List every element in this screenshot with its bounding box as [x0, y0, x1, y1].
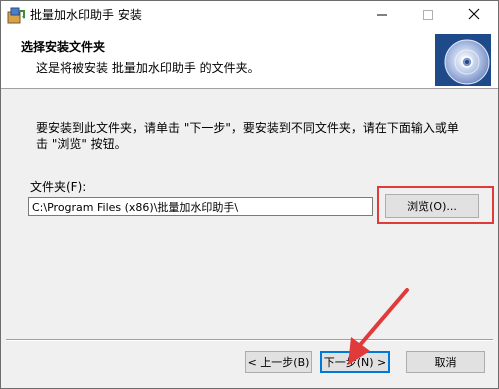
window-title: 批量加水印助手 安装: [30, 8, 142, 22]
page-subtitle: 这是将被安装 批量加水印助手 的文件夹。: [36, 61, 260, 75]
folder-label: 文件夹(F):: [30, 180, 87, 194]
folder-path-input[interactable]: [28, 197, 373, 216]
minimize-icon: [377, 9, 387, 23]
maximize-button: [405, 1, 451, 30]
close-icon: [468, 8, 480, 23]
header-banner: 选择安装文件夹 这是将被安装 批量加水印助手 的文件夹。: [1, 30, 498, 89]
instruction-line-1: 要安装到此文件夹，请单击 "下一步"，要安装到不同文件夹，请在下面输入或单: [36, 121, 459, 135]
back-button[interactable]: < 上一步(B): [245, 351, 312, 373]
instruction-text: 要安装到此文件夹，请单击 "下一步"，要安装到不同文件夹，请在下面输入或单 击 …: [36, 120, 476, 152]
next-button[interactable]: 下一步(N) >: [320, 351, 390, 373]
minimize-button[interactable]: [359, 1, 405, 30]
page-title: 选择安装文件夹: [21, 40, 106, 54]
title-bar[interactable]: 批量加水印助手 安装: [1, 1, 498, 30]
instruction-line-2: 击 "浏览" 按钮。: [36, 137, 127, 151]
installer-window: 批量加水印助手 安装 选择安装文件夹 这是将被安装 批量加水印助手 的文件夹。: [0, 0, 499, 389]
footer-divider: [6, 339, 493, 341]
installer-icon: [7, 6, 26, 24]
close-button[interactable]: [451, 1, 497, 30]
browse-highlight-box: [377, 186, 494, 224]
cancel-button[interactable]: 取消: [406, 351, 485, 373]
maximize-icon: [423, 9, 433, 23]
cd-disc-icon: [435, 34, 491, 86]
